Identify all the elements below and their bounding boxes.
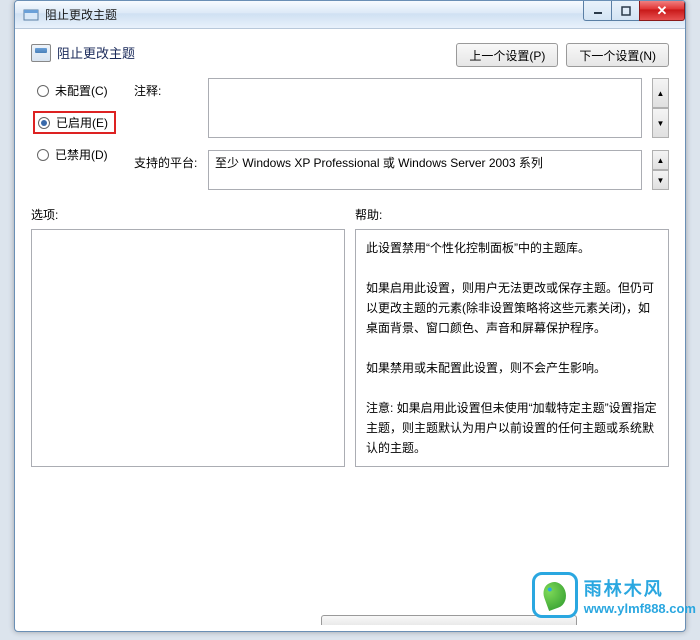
- radio-icon: [38, 117, 50, 129]
- policy-icon: [31, 44, 51, 62]
- platform-row: 支持的平台: 至少 Windows XP Professional 或 Wind…: [134, 150, 669, 190]
- radio-not-configured[interactable]: 未配置(C): [33, 80, 116, 101]
- window-controls: ✕: [583, 1, 685, 21]
- maximize-button[interactable]: [611, 1, 639, 21]
- radio-label: 已启用(E): [56, 114, 108, 131]
- help-label: 帮助:: [355, 206, 669, 223]
- options-label: 选项:: [31, 206, 345, 223]
- platform-spin: ▲ ▼: [652, 150, 669, 190]
- radio-enabled[interactable]: 已启用(E): [33, 111, 116, 134]
- content-area: 阻止更改主题 上一个设置(P) 下一个设置(N) 未配置(C) 已启用(E) 已…: [15, 29, 685, 631]
- nav-buttons: 上一个设置(P) 下一个设置(N): [456, 43, 669, 67]
- spin-up-button[interactable]: ▲: [652, 150, 669, 170]
- right-column: 注释: ▲ ▼ 支持的平台: 至少 Windows XP Professiona…: [134, 78, 669, 190]
- comment-input[interactable]: [208, 78, 642, 138]
- window-title: 阻止更改主题: [45, 6, 117, 23]
- platforms-label: 支持的平台:: [134, 150, 198, 171]
- radio-disabled[interactable]: 已禁用(D): [33, 144, 116, 165]
- cut-off-button[interactable]: [321, 615, 577, 625]
- config-row: 未配置(C) 已启用(E) 已禁用(D) 注释: ▲ ▼: [31, 78, 669, 190]
- spin-up-button[interactable]: ▲: [652, 78, 669, 108]
- options-box: [31, 229, 345, 467]
- help-column: 帮助: 此设置禁用“个性化控制面板”中的主题库。 如果启用此设置，则用户无法更改…: [355, 206, 669, 467]
- next-setting-button[interactable]: 下一个设置(N): [566, 43, 669, 67]
- dialog-window: 阻止更改主题 ✕ 阻止更改主题 上一个设置(P) 下一个设置(N) 未配置(C): [14, 0, 686, 632]
- comment-spin: ▲ ▼: [652, 78, 669, 138]
- comment-row: 注释: ▲ ▼: [134, 78, 669, 138]
- spin-down-button[interactable]: ▼: [652, 108, 669, 138]
- comment-label: 注释:: [134, 78, 198, 99]
- radio-icon: [37, 85, 49, 97]
- help-text: 此设置禁用“个性化控制面板”中的主题库。 如果启用此设置，则用户无法更改或保存主…: [355, 229, 669, 467]
- window-icon: [23, 7, 39, 23]
- close-button[interactable]: ✕: [639, 1, 685, 21]
- minimize-button[interactable]: [583, 1, 611, 21]
- platforms-text: 至少 Windows XP Professional 或 Windows Ser…: [208, 150, 642, 190]
- policy-title: 阻止更改主题: [57, 43, 135, 62]
- options-column: 选项:: [31, 206, 345, 467]
- radio-label: 已禁用(D): [55, 146, 108, 163]
- titlebar[interactable]: 阻止更改主题 ✕: [15, 1, 685, 29]
- state-radio-group: 未配置(C) 已启用(E) 已禁用(D): [31, 78, 116, 165]
- spin-down-button[interactable]: ▼: [652, 170, 669, 190]
- lower-row: 选项: 帮助: 此设置禁用“个性化控制面板”中的主题库。 如果启用此设置，则用户…: [31, 206, 669, 467]
- previous-setting-button[interactable]: 上一个设置(P): [456, 43, 558, 67]
- radio-label: 未配置(C): [55, 82, 108, 99]
- radio-icon: [37, 149, 49, 161]
